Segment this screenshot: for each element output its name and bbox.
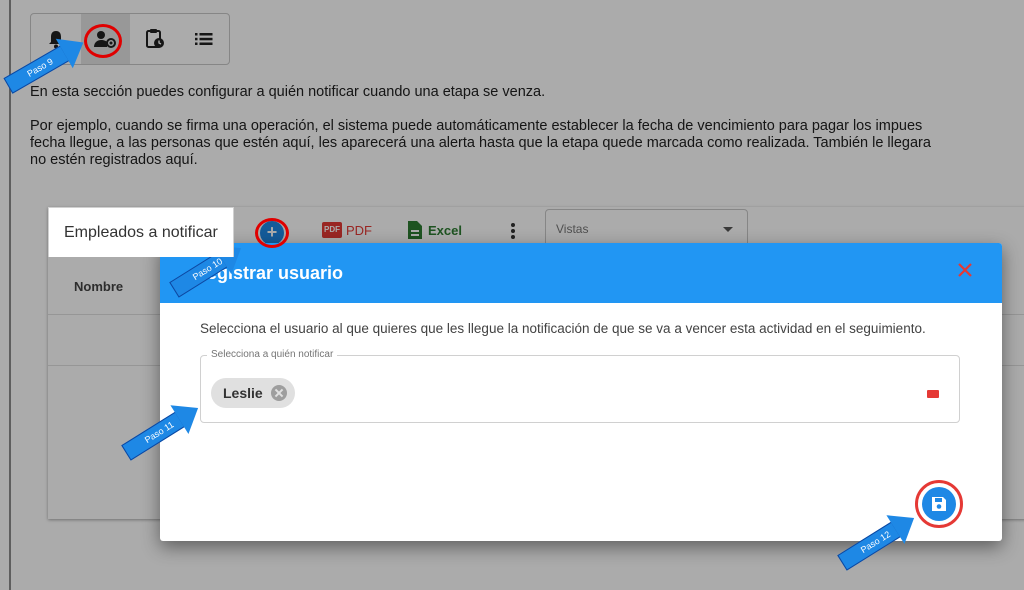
dialog-description: Selecciona el usuario al que quieres que… [200, 321, 926, 336]
chip-label: Leslie [223, 385, 263, 401]
register-user-dialog: Registrar usuario Selecciona el usuario … [160, 243, 1002, 541]
chip-remove-icon[interactable] [270, 385, 287, 401]
field-label: Selecciona a quién notificar [207, 349, 338, 360]
close-icon[interactable] [956, 261, 974, 279]
highlight-ring-add [255, 218, 289, 248]
notify-user-select[interactable]: Selecciona a quién notificar Leslie [200, 349, 960, 423]
dialog-header: Registrar usuario [160, 243, 1002, 303]
employees-tab[interactable]: Empleados a notificar [48, 207, 234, 257]
selected-user-chip: Leslie [211, 378, 295, 408]
page: En esta sección puedes configurar a quié… [0, 0, 1024, 590]
highlight-ring-save [915, 480, 963, 528]
clear-selection-icon[interactable] [927, 390, 939, 398]
